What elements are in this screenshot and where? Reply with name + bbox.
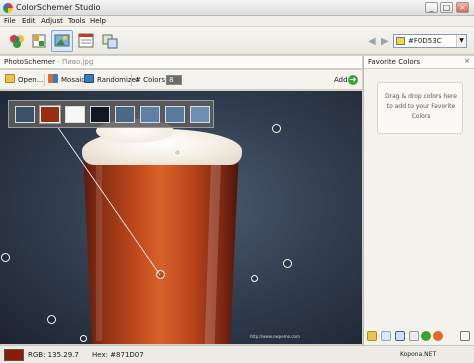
color-wheel-icon <box>10 35 24 48</box>
add-label[interactable]: Add <box>334 74 348 86</box>
color-palette-overlay <box>8 100 214 128</box>
palette-swatch[interactable] <box>140 106 160 123</box>
randomize-label: Randomize! <box>97 76 139 84</box>
color-picker-handle[interactable] <box>283 259 292 268</box>
document-tab-strip: PhotoSchemer - Пиво.jpg <box>0 56 362 69</box>
schemes-button[interactable] <box>28 30 50 52</box>
menu-help[interactable]: Help <box>90 17 106 25</box>
paste-icon[interactable] <box>395 331 405 341</box>
mosaic-label: Mosaic <box>61 76 86 84</box>
colors-count-select[interactable]: 8 <box>166 75 182 85</box>
palette-swatch[interactable] <box>39 105 61 124</box>
photo-toolbar: Open... Mosaic Randomize! # Colors: 8 Ad… <box>0 70 362 90</box>
status-bar: RGB: 135.29.7 Hex: #871D07 Kopona.NET <box>0 345 474 363</box>
palette-swatch[interactable] <box>90 106 110 123</box>
rgb-readout: RGB: 135.29.7 <box>28 351 79 359</box>
color-wheel-button[interactable] <box>6 30 28 52</box>
menu-file[interactable]: File <box>4 17 16 25</box>
open-label: Open... <box>18 76 44 84</box>
mosaic-icon <box>48 74 58 83</box>
export-icon <box>102 34 118 49</box>
schemes-icon <box>32 34 46 48</box>
palette-swatch[interactable] <box>165 106 185 123</box>
color-picker-handle[interactable] <box>156 270 165 279</box>
text-icon[interactable] <box>460 331 470 341</box>
watermark-text: Kopona.NET <box>400 351 437 358</box>
dice-icon <box>84 74 94 83</box>
add-arrow-icon[interactable]: ➜ <box>348 75 358 85</box>
hex-color-field[interactable]: #F0D53C ▼ <box>393 34 467 48</box>
hex-color-swatch <box>396 37 405 45</box>
favorite-colors-panel: Favorite Colors × Drag & drop colors her… <box>363 56 474 345</box>
menu-tools[interactable]: Tools <box>68 17 85 25</box>
dropdown-icon[interactable] <box>409 331 419 341</box>
copy-icon[interactable] <box>381 331 391 341</box>
glass-highlight <box>96 161 102 341</box>
current-color-swatch <box>4 349 24 361</box>
color-picker-handle[interactable] <box>272 124 281 133</box>
favorite-colors-header: Favorite Colors × <box>364 56 474 69</box>
color-picker-handle[interactable] <box>1 253 10 262</box>
folder-icon <box>5 74 15 83</box>
favorite-colors-drop-zone[interactable]: Drag & drop colors here to add to your F… <box>377 82 463 134</box>
close-icon[interactable]: × <box>464 57 470 65</box>
drop-hint: Drag & drop colors here to add to your F… <box>385 93 457 120</box>
check-icon[interactable] <box>421 331 431 341</box>
app-logo-icon <box>3 3 13 13</box>
colors-count-label: # Colors: <box>135 76 168 84</box>
gallery-button[interactable] <box>75 30 97 52</box>
color-picker-handle[interactable] <box>251 275 258 282</box>
menu-edit[interactable]: Edit <box>22 17 36 25</box>
divider <box>131 74 132 86</box>
tab-separator: - <box>55 58 62 66</box>
hex-readout: Hex: #871D07 <box>92 351 144 359</box>
window-title: ColorSchemer Studio <box>16 3 101 12</box>
palette-swatch[interactable] <box>15 106 35 123</box>
close-button[interactable]: × <box>456 2 469 13</box>
tab-name: PhotoSchemer <box>4 58 56 66</box>
color-picker-handle[interactable] <box>47 315 56 324</box>
folder-icon[interactable] <box>367 331 377 341</box>
chevron-down-icon[interactable]: ▼ <box>456 35 466 47</box>
mosaic-button[interactable]: Mosaic <box>48 74 85 86</box>
maximize-button[interactable]: □ <box>440 2 453 13</box>
palette-swatch[interactable] <box>65 106 85 123</box>
favorite-colors-title: Favorite Colors <box>368 58 421 66</box>
minimize-button[interactable]: _ <box>425 2 438 13</box>
back-arrow-icon[interactable]: ◀ <box>368 36 376 47</box>
photo-canvas[interactable]: http://www.nwpemo.com <box>0 91 362 344</box>
tab-photoschemer[interactable]: PhotoSchemer - Пиво.jpg <box>4 58 93 66</box>
color-picker-handle[interactable] <box>80 335 87 342</box>
favorites-toolbar <box>364 327 474 345</box>
photoschemer-button[interactable] <box>51 30 73 52</box>
title-bar: ColorSchemer Studio _ □ × <box>0 0 474 16</box>
hex-color-value: #F0D53C <box>408 37 442 45</box>
palette-swatch[interactable] <box>190 106 210 123</box>
divider <box>44 74 45 86</box>
photoschemer-icon <box>54 34 70 47</box>
gallery-icon <box>78 33 94 48</box>
forward-arrow-icon[interactable]: ▶ <box>381 36 389 47</box>
tab-filename: Пиво.jpg <box>62 58 94 66</box>
open-button[interactable]: Open... <box>5 74 43 86</box>
menu-adjust[interactable]: Adjust <box>41 17 63 25</box>
palette-swatch[interactable] <box>115 106 135 123</box>
menu-bar: File Edit Adjust Tools Help <box>0 16 474 27</box>
export-button[interactable] <box>99 30 121 52</box>
photo-watermark: http://www.nwpemo.com <box>250 334 300 339</box>
color-picker-handle[interactable] <box>174 149 181 156</box>
delete-icon[interactable] <box>433 331 443 341</box>
